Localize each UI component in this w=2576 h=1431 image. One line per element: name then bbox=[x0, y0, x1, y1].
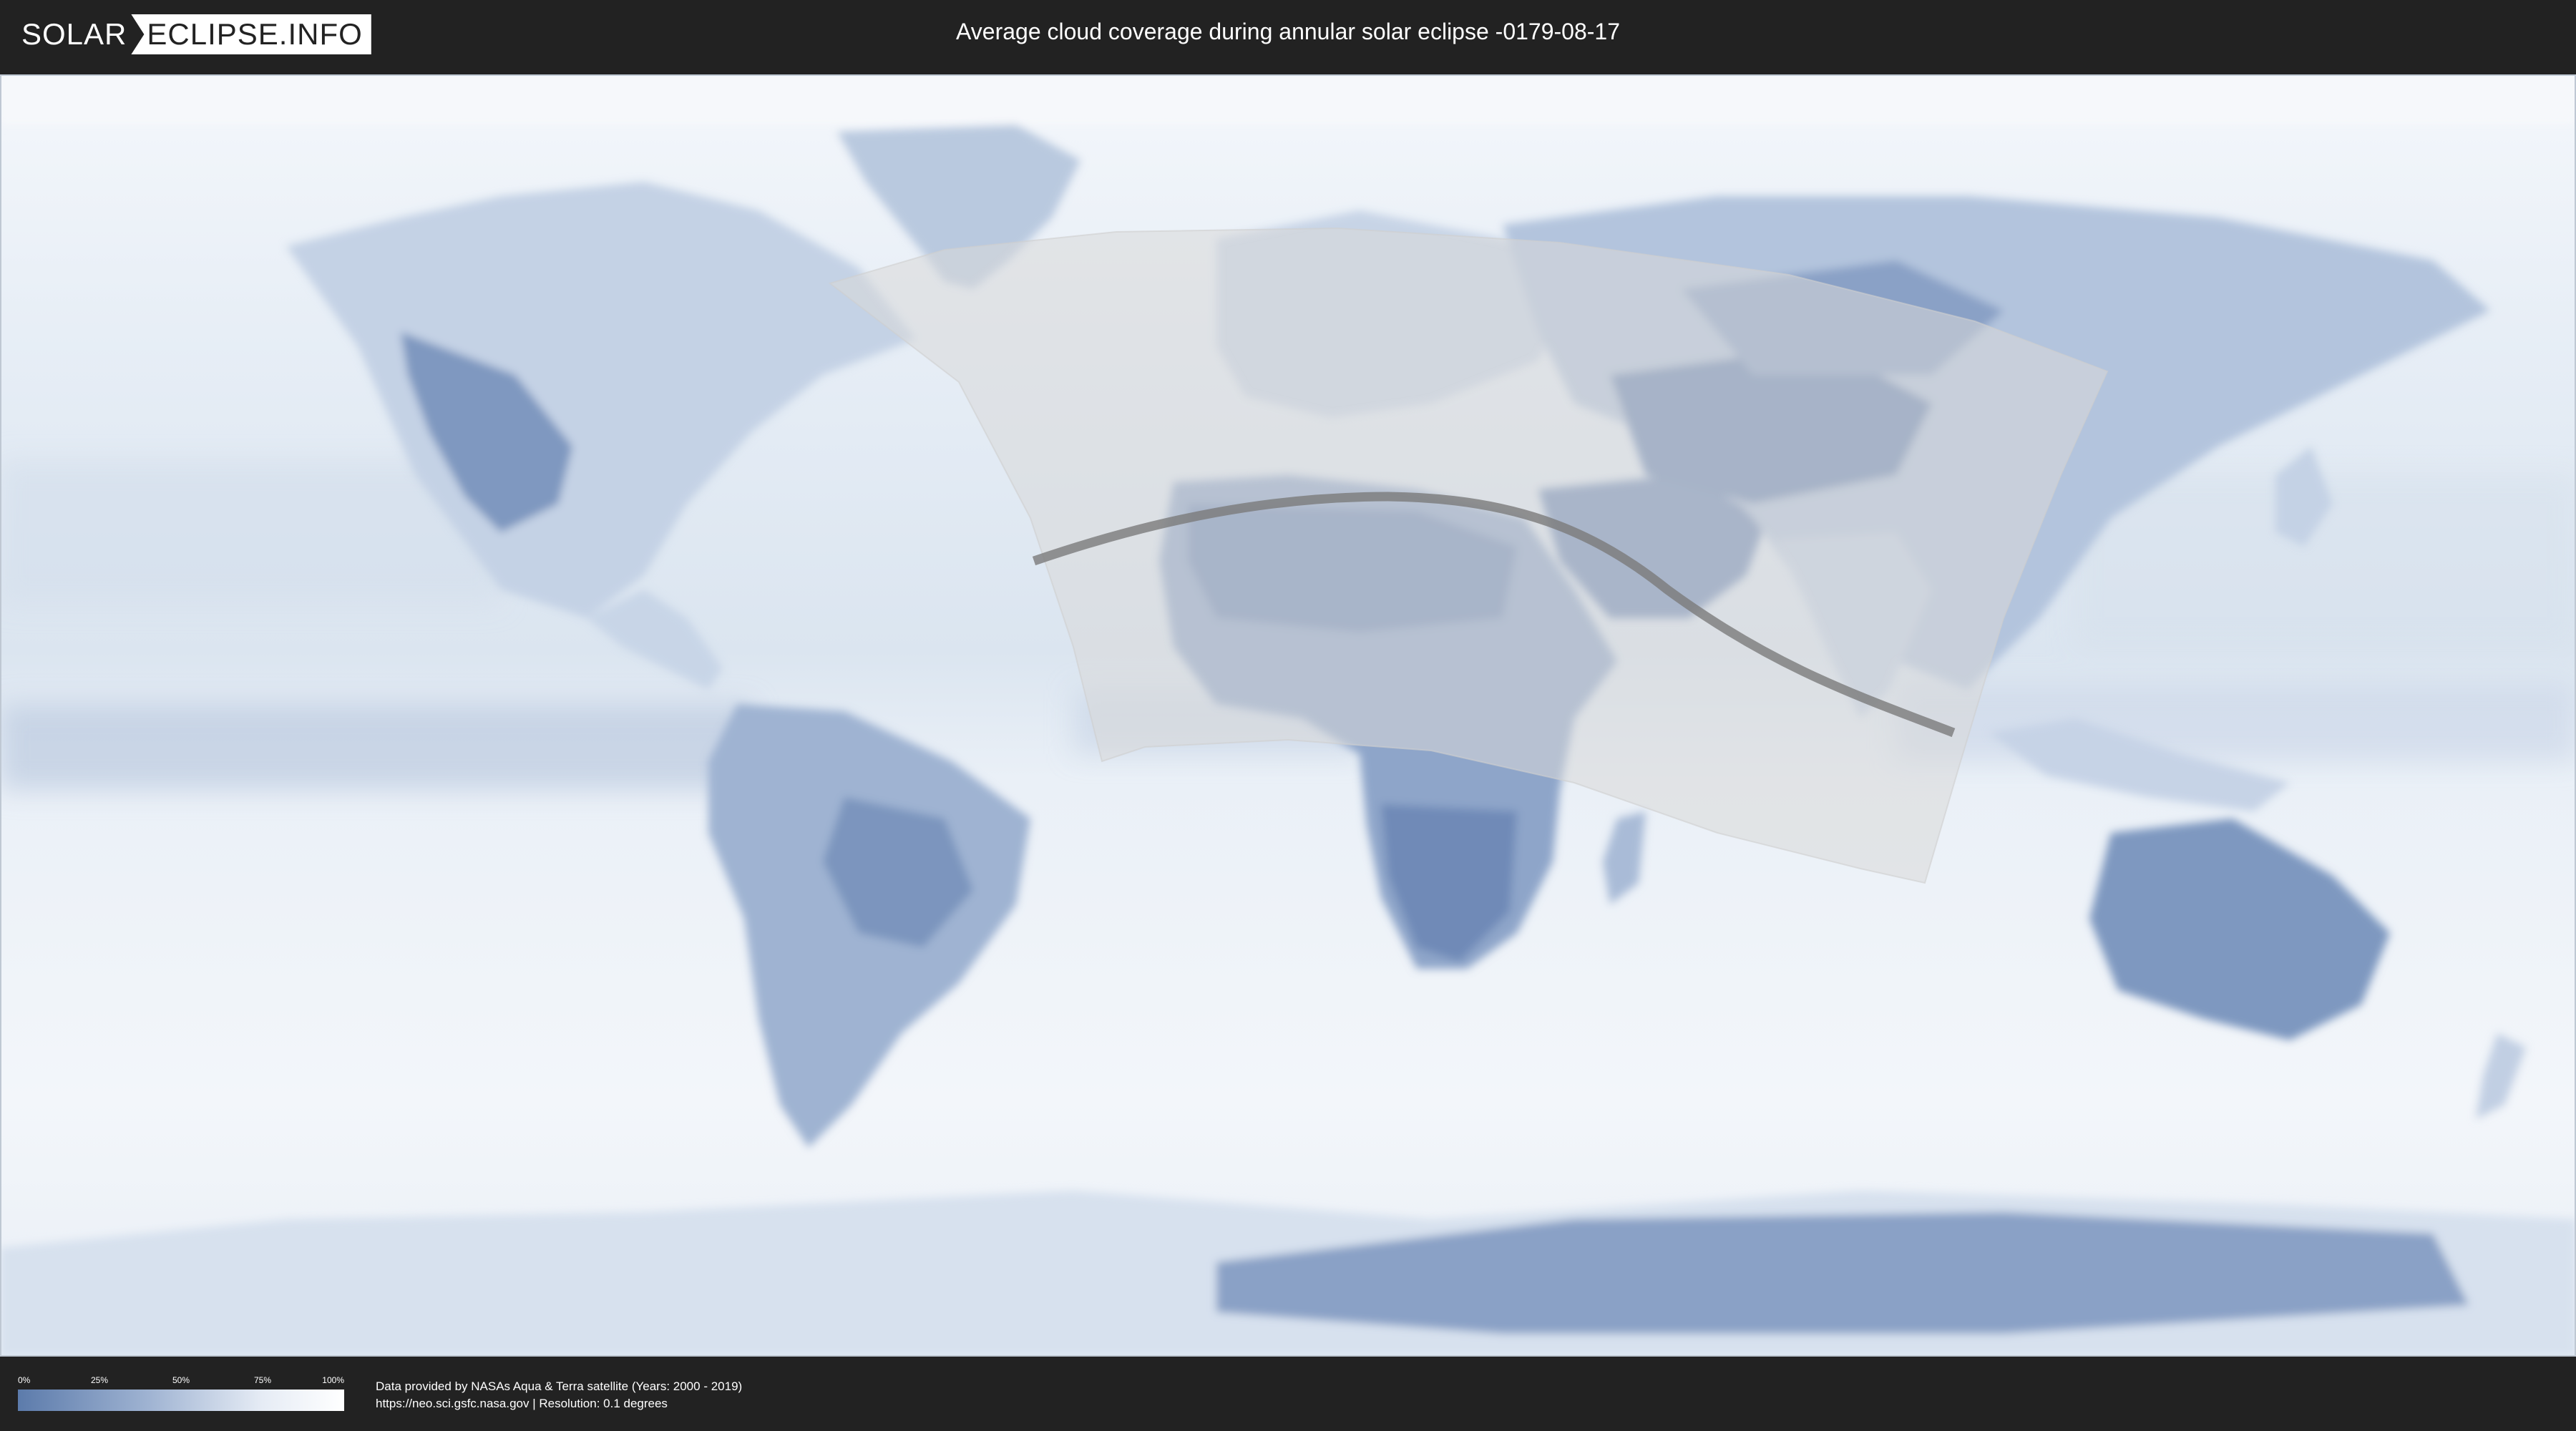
legend-ticks: 0% 25% 50% 75% 100% bbox=[18, 1375, 344, 1388]
legend-tick: 0% bbox=[18, 1375, 31, 1385]
legend-tick: 75% bbox=[253, 1375, 272, 1385]
legend-gradient-bar bbox=[18, 1390, 344, 1411]
world-map-svg bbox=[0, 74, 2576, 1357]
footer-bar: 0% 25% 50% 75% 100% Data provided by NAS… bbox=[0, 1359, 2576, 1431]
legend-tick: 100% bbox=[322, 1375, 344, 1385]
legend-tick: 50% bbox=[172, 1375, 190, 1385]
cloud-coverage-legend: 0% 25% 50% 75% 100% bbox=[18, 1375, 344, 1411]
arctic-band bbox=[0, 74, 2576, 124]
cloud-coverage-map bbox=[0, 74, 2576, 1357]
credits-url[interactable]: https://neo.sci.gsfc.nasa.gov | Resoluti… bbox=[376, 1395, 742, 1412]
credits-source: Data provided by NASAs Aqua & Terra sate… bbox=[376, 1379, 743, 1393]
page-title: Average cloud coverage during annular so… bbox=[956, 19, 1620, 44]
data-credits: Data provided by NASAs Aqua & Terra sate… bbox=[376, 1378, 742, 1412]
header-bar: SOLAR ECLIPSE.INFO Average cloud coverag… bbox=[0, 0, 2576, 72]
legend-tick: 25% bbox=[90, 1375, 109, 1385]
